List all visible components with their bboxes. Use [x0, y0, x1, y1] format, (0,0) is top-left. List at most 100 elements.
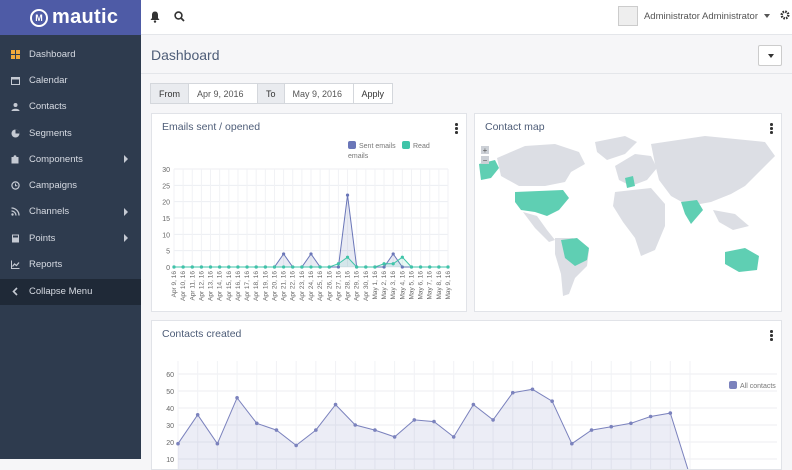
caret-down-icon	[764, 14, 770, 18]
y-tick-label: 50	[166, 389, 174, 396]
data-point[interactable]	[318, 265, 322, 269]
sidebar-item-components[interactable]: Components	[0, 146, 141, 172]
x-tick-label: Apr 27, 16	[335, 271, 342, 301]
sidebar-item-label: Segments	[29, 127, 72, 139]
data-point[interactable]	[235, 396, 239, 400]
data-point[interactable]	[309, 265, 313, 269]
sidebar-item-calendar[interactable]: Calendar	[0, 67, 141, 93]
sidebar-item-dashboard[interactable]: Dashboard	[0, 41, 141, 67]
legend-label[interactable]: Read	[413, 143, 430, 150]
from-date-input[interactable]: Apr 9, 2016	[188, 83, 258, 104]
data-point[interactable]	[254, 265, 258, 269]
sidebar-item-points[interactable]: Points	[0, 225, 141, 251]
data-point[interactable]	[215, 441, 220, 446]
bell-icon[interactable]	[150, 11, 160, 23]
data-point[interactable]	[392, 435, 397, 439]
sidebar-item-segments[interactable]: Segments	[0, 120, 141, 146]
data-point[interactable]	[291, 265, 295, 269]
data-point[interactable]	[181, 265, 185, 269]
sidebar-item-reports[interactable]: Reports	[0, 251, 141, 277]
data-point[interactable]	[648, 414, 653, 419]
x-tick-label: Apr 11, 16	[189, 271, 196, 301]
data-point[interactable]	[382, 262, 386, 266]
sidebar-item-collapse-menu[interactable]: Collapse Menu	[0, 278, 141, 305]
data-point[interactable]	[294, 443, 298, 448]
data-point[interactable]	[199, 265, 203, 269]
divider	[141, 73, 792, 74]
data-point[interactable]	[391, 262, 395, 266]
user-name: Administrator Administrator	[643, 10, 758, 22]
data-point[interactable]	[668, 411, 673, 415]
data-point[interactable]	[327, 265, 331, 269]
data-point[interactable]	[589, 428, 594, 432]
contacts-panel: Contacts created 10 20 30 40 50 60 All contact…	[151, 320, 782, 470]
legend-label[interactable]: All contacts	[740, 383, 776, 390]
data-point[interactable]	[282, 265, 286, 269]
data-point[interactable]	[282, 252, 286, 256]
data-point[interactable]	[263, 265, 267, 269]
data-point[interactable]	[400, 255, 404, 259]
data-point[interactable]	[428, 265, 432, 269]
chevron-right-icon	[124, 207, 128, 216]
app-logo[interactable]: M mautic	[0, 0, 141, 35]
data-point[interactable]	[412, 418, 417, 422]
data-point[interactable]	[373, 428, 377, 432]
legend-label[interactable]: Sent emails	[359, 143, 396, 150]
data-point[interactable]	[629, 421, 633, 426]
user-menu[interactable]: Administrator Administrator	[617, 6, 770, 26]
apply-button[interactable]: Apply	[352, 83, 394, 104]
data-point[interactable]	[355, 265, 359, 269]
sidebar-item-channels[interactable]: Channels	[0, 199, 141, 225]
data-point[interactable]	[300, 265, 304, 269]
sidebar-item-campaigns[interactable]: Campaigns	[0, 172, 141, 198]
data-point[interactable]	[437, 265, 441, 269]
data-point[interactable]	[333, 402, 338, 407]
data-point[interactable]	[373, 265, 377, 269]
data-point[interactable]	[609, 424, 614, 429]
sidebar-item-label: Channels	[29, 206, 70, 218]
data-point[interactable]	[409, 265, 414, 269]
data-point[interactable]	[345, 193, 350, 197]
x-tick-label: May 2, 16	[381, 271, 388, 300]
data-point[interactable]	[190, 265, 194, 269]
data-point[interactable]	[491, 418, 495, 422]
data-point[interactable]	[309, 252, 313, 256]
data-point[interactable]	[353, 423, 358, 427]
data-point[interactable]	[236, 265, 240, 269]
sidebar-item-label: Dashboard	[29, 48, 76, 60]
data-point[interactable]	[195, 413, 200, 417]
data-point[interactable]	[314, 428, 318, 432]
data-point[interactable]	[432, 419, 436, 424]
data-point[interactable]	[391, 252, 395, 256]
data-point[interactable]	[176, 441, 180, 446]
data-point[interactable]	[510, 390, 515, 395]
search-icon[interactable]	[174, 11, 185, 22]
x-tick-label: May 5, 16	[408, 271, 415, 300]
data-point[interactable]	[451, 435, 456, 439]
data-point[interactable]	[245, 265, 249, 269]
data-point[interactable]	[471, 402, 476, 407]
data-point[interactable]	[364, 265, 368, 269]
data-point[interactable]	[254, 421, 259, 426]
data-point[interactable]	[550, 399, 554, 403]
data-point[interactable]	[272, 265, 277, 269]
dashboard-options-dropdown[interactable]	[758, 45, 782, 66]
data-point[interactable]	[530, 387, 535, 392]
data-point[interactable]	[208, 265, 213, 269]
data-point[interactable]	[419, 265, 423, 269]
sidebar-item-label: Points	[29, 232, 56, 244]
data-point[interactable]	[172, 265, 176, 269]
x-tick-label: Apr 16, 16	[235, 271, 242, 301]
sidebar-item-contacts[interactable]: Contacts	[0, 94, 141, 120]
data-point[interactable]	[570, 441, 574, 446]
data-point[interactable]	[336, 262, 340, 266]
data-point[interactable]	[218, 265, 222, 269]
data-point[interactable]	[274, 428, 279, 432]
data-point[interactable]	[345, 255, 350, 259]
data-point[interactable]	[446, 265, 450, 269]
data-point[interactable]	[227, 265, 231, 269]
y-tick-label: 10	[166, 457, 174, 464]
to-date-input[interactable]: May 9, 2016	[283, 83, 354, 104]
x-tick-label: May 7, 16	[427, 271, 434, 300]
gear-icon[interactable]	[780, 10, 790, 20]
